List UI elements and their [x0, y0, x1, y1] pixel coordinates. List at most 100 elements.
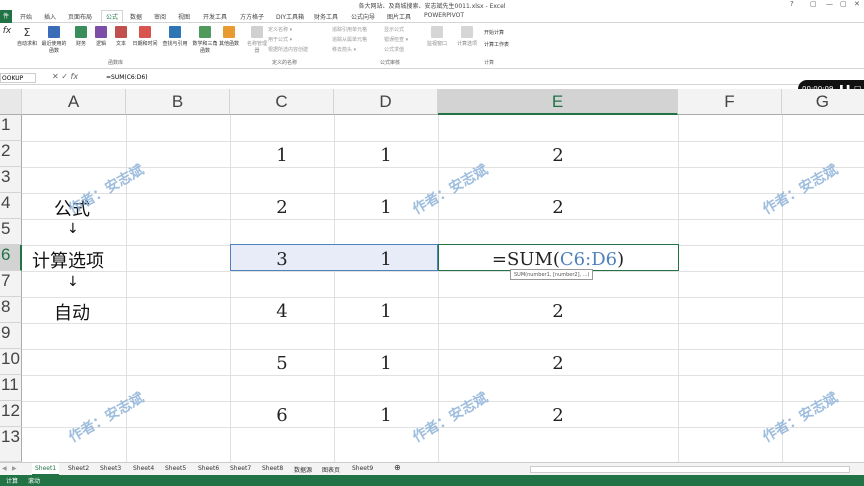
row-header-8[interactable]: 8 — [0, 297, 22, 323]
use-in-formula-button[interactable]: 用于公式 ▾ — [268, 36, 292, 43]
select-all-corner[interactable] — [0, 89, 22, 115]
autosum-button[interactable]: Σ 自动求和 — [16, 26, 38, 47]
trace-dependents-button[interactable]: 追踪从属单元格 — [332, 36, 367, 43]
row-header-1[interactable]: 1 — [0, 115, 22, 141]
column-header-d[interactable]: D — [334, 89, 438, 115]
cell-e10[interactable]: 2 — [438, 353, 678, 374]
trace-precedents-button[interactable]: 追踪引用单元格 — [332, 26, 367, 33]
tab-data[interactable]: 数据 — [130, 12, 142, 21]
cell-d8[interactable]: 1 — [334, 301, 438, 322]
row-header-12[interactable]: 12 — [0, 401, 22, 427]
formula-input[interactable]: =SUM(C6:D6) — [106, 74, 148, 81]
tab-powerpivot[interactable]: POWERPIVOT — [424, 12, 464, 19]
recent-functions-button[interactable]: 最近使用的函数 — [40, 26, 68, 54]
sheet-tab-sheet6[interactable]: Sheet6 — [198, 465, 219, 472]
cell-c2[interactable]: 1 — [230, 145, 334, 166]
tab-developer[interactable]: 开发工具 — [203, 12, 227, 21]
text-button[interactable]: 文本 — [110, 26, 132, 47]
maximize-icon[interactable]: ▢ — [840, 0, 847, 8]
column-header-c[interactable]: C — [230, 89, 334, 115]
row-header-5[interactable]: 5 — [0, 219, 22, 245]
worksheet-grid[interactable]: A B C D E F G 1 2 3 4 5 6 7 8 9 10 11 12… — [0, 89, 864, 462]
error-checking-button[interactable]: 错误检查 ▾ — [384, 36, 408, 43]
sheet-tab-sheet2[interactable]: Sheet2 — [68, 465, 89, 472]
calculator-icon — [461, 26, 473, 38]
cancel-icon[interactable]: ✕ — [52, 72, 59, 81]
sheet-tab-data-source[interactable]: 数据源 — [294, 465, 312, 474]
name-manager-button[interactable]: 名称管理器 — [246, 26, 268, 54]
row-header-7[interactable]: 7 — [0, 271, 22, 297]
row-header-3[interactable]: 3 — [0, 167, 22, 193]
cell-c10[interactable]: 5 — [230, 353, 334, 374]
evaluate-formula-button[interactable]: 公式求值 — [384, 46, 404, 53]
cell-c4[interactable]: 2 — [230, 197, 334, 218]
column-header-f[interactable]: F — [678, 89, 782, 115]
calculate-now-button[interactable]: 开始计算 — [484, 29, 504, 36]
name-box[interactable]: OOKUP — [0, 73, 36, 83]
calculate-sheet-button[interactable]: 计算工作表 — [484, 41, 509, 48]
more-functions-button[interactable]: 其他函数 — [218, 26, 240, 47]
row-header-10[interactable]: 10 — [0, 349, 22, 375]
fx-icon[interactable]: fx — [71, 72, 79, 81]
cell-e8[interactable]: 2 — [438, 301, 678, 322]
column-header-g[interactable]: G — [782, 89, 864, 115]
lookup-button[interactable]: 查找与引用 — [160, 26, 190, 47]
tab-page-layout[interactable]: 页面布局 — [68, 12, 92, 21]
cell-c8[interactable]: 4 — [230, 301, 334, 322]
title-bar: 各大网站、及商城搜索、安志斌先生0011.xlsx - Excel ? ▢ — … — [0, 0, 864, 10]
remove-arrows-button[interactable]: 移去箭头 ▾ — [332, 46, 356, 53]
show-formulas-button[interactable]: 显示公式 — [384, 26, 404, 33]
sheet-tab-sheet4[interactable]: Sheet4 — [133, 465, 154, 472]
calc-options-button[interactable]: 计算选项 — [456, 26, 478, 47]
math-button[interactable]: 数学和三角函数 — [192, 26, 218, 54]
minimize-icon[interactable]: — — [826, 0, 833, 8]
cell-e4[interactable]: 2 — [438, 197, 678, 218]
column-header-e[interactable]: E — [438, 89, 678, 115]
create-from-selection-button[interactable]: 根据所选内容创建 — [268, 46, 308, 53]
cell-c6[interactable]: 3 — [230, 249, 334, 270]
sheet-tab-chart-page[interactable]: 图表页 — [322, 465, 340, 474]
tab-insert[interactable]: 插入 — [44, 12, 56, 21]
row-header-2[interactable]: 2 — [0, 141, 22, 167]
row-header-13[interactable]: 13 — [0, 427, 22, 462]
add-sheet-button[interactable]: ⊕ — [394, 463, 401, 472]
tab-review[interactable]: 审阅 — [154, 12, 166, 21]
ribbon-display-icon[interactable]: ▢ — [810, 0, 817, 8]
cell-d10[interactable]: 1 — [334, 353, 438, 374]
logical-button[interactable]: 逻辑 — [90, 26, 112, 47]
column-header-b[interactable]: B — [126, 89, 230, 115]
sheet-tab-sheet5[interactable]: Sheet5 — [165, 465, 186, 472]
sheet-tab-sheet3[interactable]: Sheet3 — [100, 465, 121, 472]
financial-button[interactable]: 财务 — [70, 26, 92, 47]
datetime-button[interactable]: 日期和时间 — [130, 26, 160, 47]
cell-d6[interactable]: 1 — [334, 249, 438, 270]
cell-d2[interactable]: 1 — [334, 145, 438, 166]
cell-c12[interactable]: 6 — [230, 405, 334, 426]
tab-formulas[interactable]: 公式 — [101, 10, 124, 22]
tab-home[interactable]: 开始 — [20, 12, 32, 21]
column-header-a[interactable]: A — [22, 89, 126, 115]
define-name-button[interactable]: 定义名称 ▾ — [268, 26, 292, 33]
sheet-tab-sheet7[interactable]: Sheet7 — [230, 465, 251, 472]
scroll-tabs-right-icon[interactable]: ▶ — [12, 465, 17, 472]
cell-e6-editor[interactable]: =SUM(C6:D6) — [438, 249, 678, 270]
tab-view[interactable]: 视图 — [178, 12, 190, 21]
sheet-tab-sheet9[interactable]: Sheet9 — [352, 465, 373, 472]
row-header-9[interactable]: 9 — [0, 323, 22, 349]
close-icon[interactable]: ✕ — [854, 0, 860, 8]
tab-fangfang[interactable]: 方方格子 — [240, 12, 264, 21]
sheet-tab-sheet8[interactable]: Sheet8 — [262, 465, 283, 472]
enter-icon[interactable]: ✓ — [61, 72, 68, 81]
horizontal-scrollbar[interactable] — [530, 466, 850, 473]
tab-formula-wizard[interactable]: 公式向导 — [351, 12, 375, 21]
row-header-4[interactable]: 4 — [0, 193, 22, 219]
tab-diy-tools[interactable]: DIY工具箱 — [276, 12, 304, 21]
watch-window-button[interactable]: 监视窗口 — [426, 26, 448, 47]
tab-picture-tools[interactable]: 图片工具 — [387, 12, 411, 21]
row-header-6[interactable]: 6 — [0, 245, 22, 271]
tab-file[interactable]: 件 — [0, 10, 12, 23]
help-icon[interactable]: ? — [790, 0, 794, 8]
row-header-11[interactable]: 11 — [0, 375, 22, 401]
scroll-tabs-left-icon[interactable]: ◀ — [2, 465, 7, 472]
tab-finance-tools[interactable]: 财务工具 — [314, 12, 338, 21]
